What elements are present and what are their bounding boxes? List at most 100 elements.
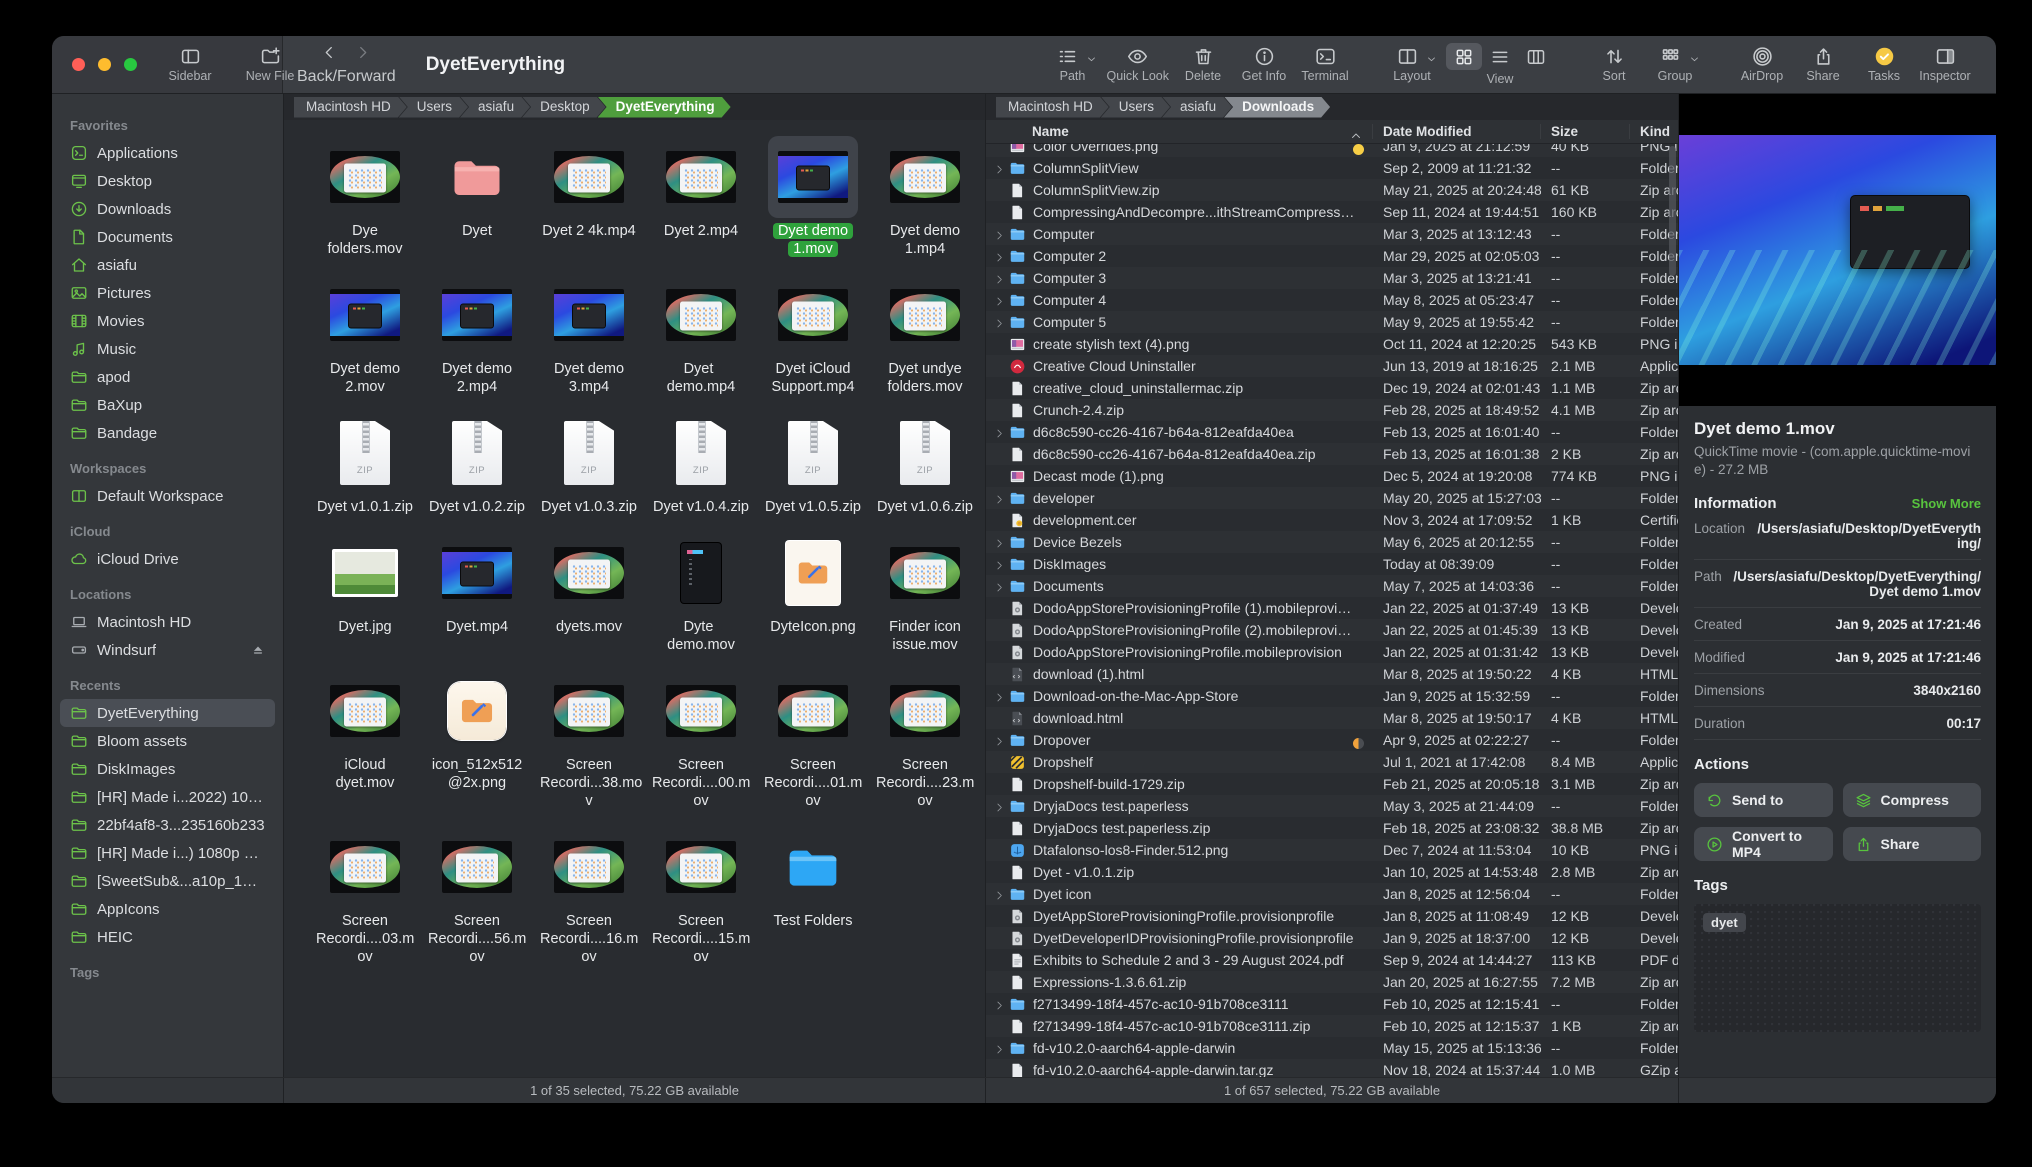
disclosure-chevron-icon[interactable] [994, 558, 1007, 571]
file-grid-item[interactable]: Screen Recordi....16.mov [534, 826, 644, 966]
airdrop-button[interactable]: AirDrop [1735, 46, 1789, 83]
convert-to-mp4-button[interactable]: Convert to MP4 [1694, 827, 1833, 861]
disclosure-chevron-icon[interactable] [994, 294, 1007, 307]
table-row[interactable]: DyetDeveloperIDProvisioningProfile.provi… [986, 927, 1678, 949]
file-grid-item[interactable]: Test Folders [758, 826, 868, 966]
delete-button[interactable]: Delete [1176, 46, 1230, 83]
table-row[interactable]: Download-on-the-Mac-App-Store Jan 9, 202… [986, 685, 1678, 707]
disclosure-chevron-icon[interactable] [994, 162, 1007, 175]
column-header-kind[interactable]: Kind [1630, 124, 1678, 139]
file-grid-item[interactable]: dyets.mov [534, 532, 644, 654]
sidebar-item-bloom-assets[interactable]: Bloom assets [60, 727, 275, 755]
disclosure-chevron-icon[interactable] [994, 250, 1007, 263]
column-header-size[interactable]: Size [1541, 124, 1630, 139]
file-grid-item[interactable]: Dyet 2 4k.mp4 [534, 136, 644, 258]
table-row[interactable]: fd-v10.2.0-aarch64-apple-darwin May 15, … [986, 1037, 1678, 1059]
file-grid-item[interactable]: Dye folders.mov [310, 136, 420, 258]
sidebar-item-movies[interactable]: Movies [60, 307, 275, 335]
file-grid-item[interactable]: Screen Recordi....01.mov [758, 670, 868, 810]
table-row[interactable]: fd-v10.2.0-aarch64-apple-darwin.tar.gz N… [986, 1059, 1678, 1077]
table-row[interactable]: f2713499-18f4-457c-ac10-91b708ce3111.zip… [986, 1015, 1678, 1037]
table-row[interactable]: Computer 5 May 9, 2025 at 19:55:42 -- Fo… [986, 311, 1678, 333]
table-row[interactable]: DyetAppStoreProvisioningProfile.provisio… [986, 905, 1678, 927]
sidebar-item-baxup[interactable]: BaXup [60, 391, 275, 419]
disclosure-chevron-icon[interactable] [994, 426, 1007, 439]
group-button[interactable]: Group [1648, 46, 1702, 83]
disclosure-chevron-icon[interactable] [994, 272, 1007, 285]
disclosure-chevron-icon[interactable] [994, 580, 1007, 593]
quick-look-button[interactable]: Quick Look [1106, 46, 1169, 83]
file-grid-item[interactable]: Screen Recordi....56.mov [422, 826, 532, 966]
file-grid-item[interactable]: Screen Recordi....03.mov [310, 826, 420, 966]
table-row[interactable]: Dyet icon Jan 8, 2025 at 12:56:04 -- Fol… [986, 883, 1678, 905]
file-grid-item[interactable]: icon_512x512@2x.png [422, 670, 532, 810]
minimize-button[interactable] [98, 58, 111, 71]
sidebar-item-apod[interactable]: apod [60, 363, 275, 391]
file-grid-item[interactable]: Dyet v1.0.3.zip [534, 412, 644, 516]
file-grid-item[interactable]: Dyet demo 1.mov [758, 136, 868, 258]
breadcrumb-users[interactable]: Users [399, 97, 468, 118]
sidebar-item-applications[interactable]: Applications [60, 139, 275, 167]
eject-icon[interactable] [251, 643, 265, 657]
sidebar-item-asiafu[interactable]: asiafu [60, 251, 275, 279]
file-grid-item[interactable]: iCloud dyet.mov [310, 670, 420, 810]
sidebar-item-22bf4af8-3-235160b233[interactable]: 22bf4af8-3...235160b233 [60, 811, 275, 839]
sidebar-item-pictures[interactable]: Pictures [60, 279, 275, 307]
close-button[interactable] [72, 58, 85, 71]
sidebar-item-desktop[interactable]: Desktop [60, 167, 275, 195]
table-row[interactable]: development.cer Nov 3, 2024 at 17:09:52 … [986, 509, 1678, 531]
table-row[interactable]: Device Bezels May 6, 2025 at 20:12:55 --… [986, 531, 1678, 553]
sidebar-item-appicons[interactable]: AppIcons [60, 895, 275, 923]
sidebar-item-hr-made-i-2022-1080p[interactable]: [HR] Made i...2022) 1080p [60, 783, 275, 811]
file-grid-item[interactable]: Dyet demo.mp4 [646, 274, 756, 396]
sidebar-item-music[interactable]: Music [60, 335, 275, 363]
back-icon[interactable] [321, 44, 338, 66]
table-row[interactable]: Documents May 7, 2025 at 14:03:36 -- Fol… [986, 575, 1678, 597]
table-row[interactable]: Crunch-2.4.zip Feb 28, 2025 at 18:49:52 … [986, 399, 1678, 421]
sidebar-item-icloud-drive[interactable]: iCloud Drive [60, 545, 275, 573]
disclosure-chevron-icon[interactable] [994, 998, 1007, 1011]
table-row[interactable]: Dropshelf-build-1729.zip Feb 21, 2025 at… [986, 773, 1678, 795]
terminal-button[interactable]: Terminal [1298, 46, 1352, 83]
disclosure-chevron-icon[interactable] [994, 690, 1007, 703]
sidebar-item-macintosh-hd[interactable]: Macintosh HD [60, 608, 275, 636]
table-row[interactable]: d6c8c590-cc26-4167-b64a-812eafda40ea Feb… [986, 421, 1678, 443]
file-grid-item[interactable]: Dyet demo 2.mov [310, 274, 420, 396]
view-grid-button[interactable] [1446, 43, 1482, 70]
breadcrumb-users[interactable]: Users [1101, 97, 1170, 118]
table-row[interactable]: Dyet - v1.0.1.zip Jan 10, 2025 at 14:53:… [986, 861, 1678, 883]
table-row[interactable]: Dropshelf Jul 1, 2021 at 17:42:08 8.4 MB… [986, 751, 1678, 773]
table-row[interactable]: Dtafalonso-los8-Finder.512.png Dec 7, 20… [986, 839, 1678, 861]
file-grid-item[interactable]: Dyte demo.mov [646, 532, 756, 654]
disclosure-chevron-icon[interactable] [994, 316, 1007, 329]
table-row[interactable]: DodoAppStoreProvisioningProfile (1).mobi… [986, 597, 1678, 619]
file-grid-item[interactable]: Dyet v1.0.5.zip [758, 412, 868, 516]
file-grid-item[interactable]: Dyet undye folders.mov [870, 274, 980, 396]
table-row[interactable]: Computer 3 Mar 3, 2025 at 13:21:41 -- Fo… [986, 267, 1678, 289]
table-row[interactable]: Expressions-1.3.6.61.zip Jan 20, 2025 at… [986, 971, 1678, 993]
breadcrumb-desktop[interactable]: Desktop [522, 97, 606, 118]
sidebar-item-sweetsub-a10p-1080p[interactable]: [SweetSub&...a10p_1080p] [60, 867, 275, 895]
get-info-button[interactable]: Get Info [1237, 46, 1291, 83]
sidebar-item-default-workspace[interactable]: Default Workspace [60, 482, 275, 510]
file-grid-item[interactable]: Dyet [422, 136, 532, 258]
file-grid-item[interactable]: Dyet demo 1.mp4 [870, 136, 980, 258]
breadcrumb-downloads[interactable]: Downloads [1224, 97, 1330, 118]
table-row[interactable]: DodoAppStoreProvisioningProfile.mobilepr… [986, 641, 1678, 663]
breadcrumb-dyeteverything[interactable]: DyetEverything [598, 97, 731, 118]
table-row[interactable]: Creative Cloud Uninstaller Jun 13, 2019 … [986, 355, 1678, 377]
column-header-name[interactable]: Name [986, 124, 1373, 139]
sidebar-item-diskimages[interactable]: DiskImages [60, 755, 275, 783]
file-grid-item[interactable]: Dyet v1.0.2.zip [422, 412, 532, 516]
file-grid-item[interactable]: Dyet.mp4 [422, 532, 532, 654]
video-preview-thumbnail[interactable] [1679, 135, 1996, 365]
table-row[interactable]: Dropover Apr 9, 2025 at 02:22:27 -- Fold… [986, 729, 1678, 751]
tags-box[interactable]: dyet [1694, 904, 1981, 1032]
table-row[interactable]: Computer Mar 3, 2025 at 13:12:43 -- Fold… [986, 223, 1678, 245]
table-row[interactable]: download (1).html Mar 8, 2025 at 19:50:2… [986, 663, 1678, 685]
table-row[interactable]: DodoAppStoreProvisioningProfile (2).mobi… [986, 619, 1678, 641]
zoom-button[interactable] [124, 58, 137, 71]
breadcrumb-macintosh-hd[interactable]: Macintosh HD [996, 97, 1109, 118]
sidebar-item-hr-made-i-1080p-copy[interactable]: [HR] Made i...) 1080p copy [60, 839, 275, 867]
disclosure-chevron-icon[interactable] [994, 1042, 1007, 1055]
